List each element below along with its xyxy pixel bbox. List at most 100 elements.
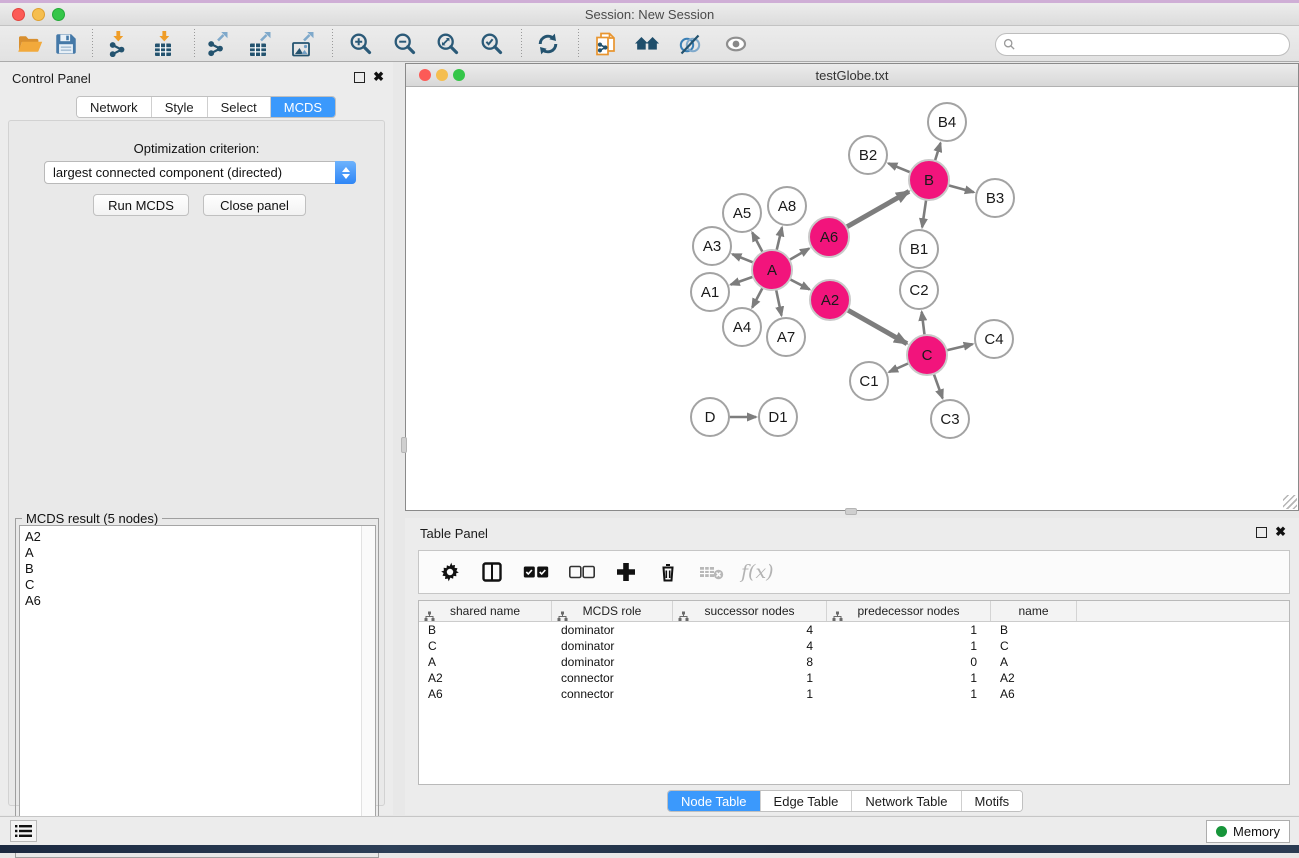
column-header-label: MCDS role <box>583 604 642 618</box>
open-folder-icon[interactable] <box>16 30 44 58</box>
import-table-icon[interactable] <box>150 30 178 58</box>
graph-node-C4[interactable]: C4 <box>975 320 1013 358</box>
column-header-name[interactable]: name <box>991 601 1077 621</box>
close-panel-icon[interactable]: ✖ <box>373 69 384 85</box>
column-manager-icon[interactable] <box>481 561 503 583</box>
graph-node-A8[interactable]: A8 <box>768 187 806 225</box>
zoom-selected-icon[interactable] <box>478 30 506 58</box>
export-table-icon[interactable] <box>247 30 275 58</box>
table-row[interactable]: Cdominator41C <box>419 638 1289 654</box>
deselect-all-icon[interactable] <box>569 565 595 579</box>
tab-node-table[interactable]: Node Table <box>668 791 761 811</box>
tab-style[interactable]: Style <box>152 97 208 117</box>
task-history-button[interactable] <box>10 820 37 842</box>
tab-motifs[interactable]: Motifs <box>962 791 1023 811</box>
column-header-predecessor-nodes[interactable]: predecessor nodes <box>827 601 991 621</box>
result-list-item[interactable]: A2 <box>25 529 361 545</box>
control-panel-tabs: NetworkStyleSelectMCDS <box>76 96 336 118</box>
svg-text:A1: A1 <box>701 284 719 301</box>
splitter-handle-left[interactable] <box>401 437 407 453</box>
graph-node-B1[interactable]: B1 <box>900 230 938 268</box>
graph-node-A6[interactable]: A6 <box>809 217 849 257</box>
graph-node-B[interactable]: B <box>909 160 949 200</box>
tab-mcds[interactable]: MCDS <box>271 97 335 117</box>
result-list-item[interactable]: A <box>25 545 361 561</box>
refresh-icon[interactable] <box>534 30 562 58</box>
table-header-row[interactable]: shared name MCDS role successor nodes prede… <box>419 601 1289 622</box>
graph-node-C[interactable]: C <box>907 335 947 375</box>
tab-select[interactable]: Select <box>208 97 271 117</box>
tab-network[interactable]: Network <box>77 97 152 117</box>
node-table[interactable]: shared name MCDS role successor nodes prede… <box>418 600 1290 785</box>
graph-node-B3[interactable]: B3 <box>976 179 1014 217</box>
graph-node-D1[interactable]: D1 <box>759 398 797 436</box>
optimization-criterion-dropdown[interactable]: largest connected component (directed) <box>44 161 356 184</box>
graph-node-A3[interactable]: A3 <box>693 227 731 265</box>
close-panel-button[interactable]: Close panel <box>203 194 306 216</box>
svg-text:D1: D1 <box>768 409 787 426</box>
memory-button[interactable]: Memory <box>1206 820 1290 843</box>
close-table-panel-icon[interactable]: ✖ <box>1275 524 1286 540</box>
svg-text:B1: B1 <box>910 241 928 258</box>
settings-gear-icon[interactable] <box>439 561 461 583</box>
graph-node-B2[interactable]: B2 <box>849 136 887 174</box>
export-network-icon[interactable] <box>204 30 232 58</box>
table-cell: dominator <box>552 623 673 637</box>
graph-node-D[interactable]: D <box>691 398 729 436</box>
graph-node-C2[interactable]: C2 <box>900 271 938 309</box>
table-row[interactable]: Adominator80A <box>419 654 1289 670</box>
column-header-MCDS-role[interactable]: MCDS role <box>552 601 673 621</box>
show-panels-icon[interactable] <box>722 30 750 58</box>
graph-node-B4[interactable]: B4 <box>928 103 966 141</box>
graph-node-A2[interactable]: A2 <box>810 280 850 320</box>
hide-panels-icon[interactable] <box>676 30 704 58</box>
table-cell: connector <box>552 671 673 685</box>
delete-column-icon[interactable] <box>657 561 679 583</box>
column-header-label: successor nodes <box>704 604 794 618</box>
zoom-in-icon[interactable] <box>347 30 375 58</box>
save-icon[interactable] <box>52 30 80 58</box>
search-box[interactable] <box>995 33 1290 56</box>
svg-text:C3: C3 <box>940 411 959 428</box>
graph-node-A7[interactable]: A7 <box>767 318 805 356</box>
run-mcds-button[interactable]: Run MCDS <box>93 194 189 216</box>
network-window-titlebar[interactable]: testGlobe.txt <box>406 64 1298 87</box>
graph-node-A4[interactable]: A4 <box>723 308 761 346</box>
network-graph-canvas[interactable]: B4 B2 B B3 A8A5 A6 A3 B1 A C2 A1 A2 A4A7 C4 C C1 C3 D D1 <box>406 87 1298 510</box>
export-image-icon[interactable] <box>290 30 318 58</box>
toolbar-separator <box>332 29 333 59</box>
search-input[interactable] <box>1020 38 1289 52</box>
column-header-shared-name[interactable]: shared name <box>419 601 552 621</box>
table-cell: C <box>991 639 1077 653</box>
mcds-result-list[interactable]: A2ABCA6 <box>19 525 376 853</box>
result-list-item[interactable]: A6 <box>25 593 361 609</box>
result-list-item[interactable]: C <box>25 577 361 593</box>
column-header-successor-nodes[interactable]: successor nodes <box>673 601 827 621</box>
control-panel: Control Panel ✖ NetworkStyleSelectMCDS O… <box>0 62 393 815</box>
resize-grip-icon[interactable] <box>1283 495 1297 509</box>
clone-network-icon[interactable] <box>592 30 620 58</box>
graph-node-C1[interactable]: C1 <box>850 362 888 400</box>
float-panel-icon[interactable] <box>354 72 365 83</box>
zoom-out-icon[interactable] <box>391 30 419 58</box>
add-column-icon[interactable] <box>615 561 637 583</box>
table-cell: dominator <box>552 639 673 653</box>
graph-node-A5[interactable]: A5 <box>723 194 761 232</box>
mcds-tab-content: Optimization criterion: largest connecte… <box>8 120 385 806</box>
table-row[interactable]: A2connector11A2 <box>419 670 1289 686</box>
splitter-handle[interactable] <box>845 508 857 515</box>
table-row[interactable]: Bdominator41B <box>419 622 1289 638</box>
result-scrollbar[interactable] <box>361 526 375 852</box>
float-table-panel-icon[interactable] <box>1256 527 1267 538</box>
table-row[interactable]: A6connector11A6 <box>419 686 1289 702</box>
tab-network-table[interactable]: Network Table <box>852 791 961 811</box>
tab-edge-table[interactable]: Edge Table <box>761 791 853 811</box>
graph-node-A1[interactable]: A1 <box>691 273 729 311</box>
graph-node-C3[interactable]: C3 <box>931 400 969 438</box>
result-list-item[interactable]: B <box>25 561 361 577</box>
import-network-icon[interactable] <box>104 30 132 58</box>
home-layout-icon[interactable] <box>633 30 661 58</box>
select-all-icon[interactable] <box>523 565 549 579</box>
zoom-fit-icon[interactable] <box>434 30 462 58</box>
graph-node-A[interactable]: A <box>752 250 792 290</box>
